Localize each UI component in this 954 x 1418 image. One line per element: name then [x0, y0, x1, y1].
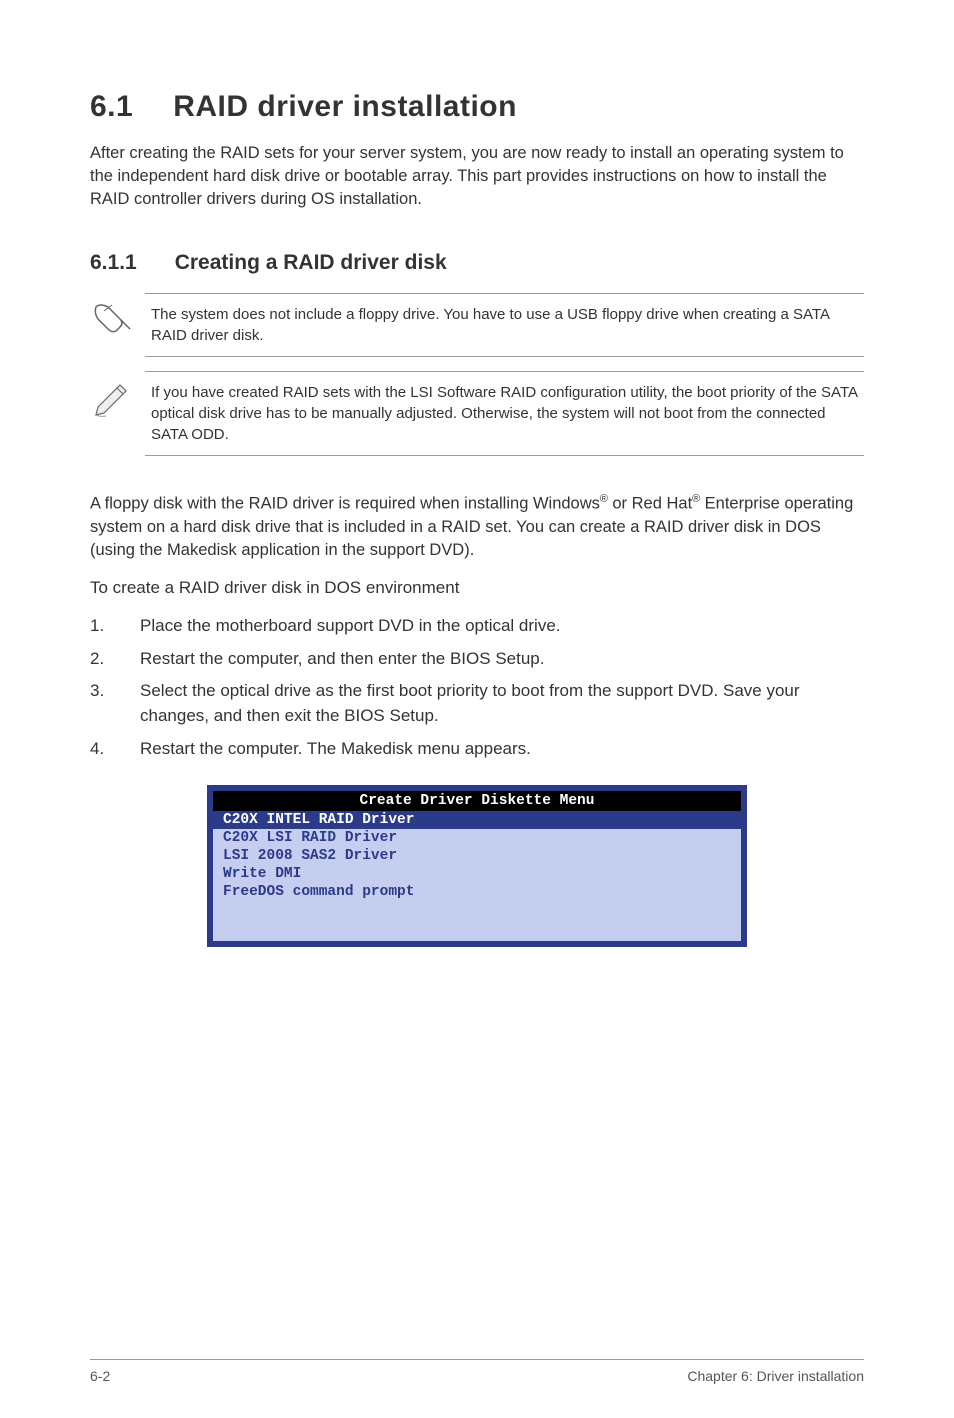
menu-item: FreeDOS command prompt	[213, 883, 741, 901]
to-create-line: To create a RAID driver disk in DOS envi…	[90, 578, 864, 598]
steps-list: 1. Place the motherboard support DVD in …	[90, 614, 864, 761]
menu-inner: Create Driver Diskette Menu C20X INTEL R…	[213, 791, 741, 941]
body-paragraph: A floppy disk with the RAID driver is re…	[90, 492, 864, 562]
step-text: Restart the computer, and then enter the…	[140, 647, 544, 672]
heading-number: 6.1	[90, 90, 133, 123]
intro-paragraph: After creating the RAID sets for your se…	[90, 142, 864, 211]
menu-title: Create Driver Diskette Menu	[213, 791, 741, 811]
menu-item-selected: C20X INTEL RAID Driver	[213, 811, 741, 829]
step-number: 1.	[90, 614, 140, 639]
step-number: 3.	[90, 679, 140, 728]
page-heading: 6.1 RAID driver installation	[90, 90, 864, 124]
pencil-icon	[90, 371, 145, 428]
body-p2: or Red Hat	[608, 495, 692, 513]
body-p1: A floppy disk with the RAID driver is re…	[90, 495, 600, 513]
step-text: Place the motherboard support DVD in the…	[140, 614, 561, 639]
heading-title: RAID driver installation	[173, 90, 517, 123]
registered-mark: ®	[600, 493, 608, 505]
menu-item: C20X LSI RAID Driver	[213, 829, 741, 847]
step-number: 2.	[90, 647, 140, 672]
note-block-2: If you have created RAID sets with the L…	[90, 371, 864, 456]
list-item: 4. Restart the computer. The Makedisk me…	[90, 737, 864, 762]
list-item: 3. Select the optical drive as the first…	[90, 679, 864, 728]
note-1-text: The system does not include a floppy dri…	[145, 293, 864, 357]
menu-spacer	[213, 901, 741, 941]
menu-item: LSI 2008 SAS2 Driver	[213, 847, 741, 865]
step-number: 4.	[90, 737, 140, 762]
note-block-1: The system does not include a floppy dri…	[90, 293, 864, 357]
info-hand-icon	[90, 293, 145, 340]
footer-rule	[90, 1359, 864, 1360]
sub-heading: 6.1.1 Creating a RAID driver disk	[90, 251, 864, 275]
registered-mark: ®	[692, 493, 700, 505]
footer-page-number: 6-2	[90, 1368, 110, 1384]
list-item: 1. Place the motherboard support DVD in …	[90, 614, 864, 639]
footer-chapter: Chapter 6: Driver installation	[687, 1368, 864, 1384]
step-text: Restart the computer. The Makedisk menu …	[140, 737, 531, 762]
step-text: Select the optical drive as the first bo…	[140, 679, 864, 728]
note-2-text: If you have created RAID sets with the L…	[145, 371, 864, 456]
menu-screenshot: Create Driver Diskette Menu C20X INTEL R…	[207, 785, 747, 947]
list-item: 2. Restart the computer, and then enter …	[90, 647, 864, 672]
sub-heading-title: Creating a RAID driver disk	[175, 251, 447, 274]
menu-item: Write DMI	[213, 865, 741, 883]
sub-heading-number: 6.1.1	[90, 251, 137, 274]
